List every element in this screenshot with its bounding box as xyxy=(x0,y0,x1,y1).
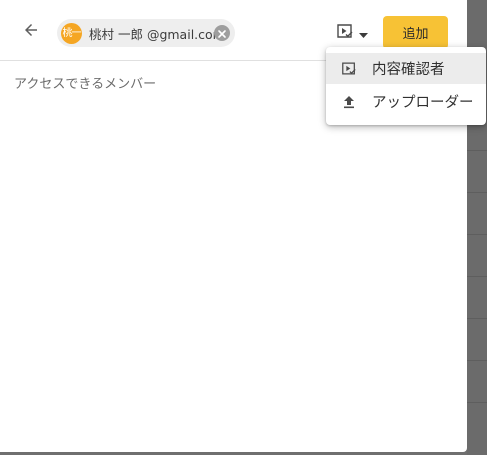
role-dropdown[interactable] xyxy=(336,22,372,44)
backdrop-divider xyxy=(467,234,487,235)
backdrop-divider xyxy=(467,318,487,319)
recipient-chip: 桃一 桃村 一郎 @gmail.com xyxy=(57,19,235,47)
avatar: 桃一 xyxy=(61,22,82,44)
menu-item-label: 内容確認者 xyxy=(372,62,445,78)
reviewer-icon xyxy=(341,61,357,77)
remove-recipient-button[interactable] xyxy=(214,25,230,41)
add-button[interactable]: 追加 xyxy=(383,16,448,49)
role-menu: 内容確認者 アップローダー xyxy=(326,47,486,125)
reviewer-icon xyxy=(336,23,354,43)
close-icon xyxy=(217,24,227,43)
backdrop-divider xyxy=(467,150,487,151)
chevron-down-icon xyxy=(359,24,368,43)
back-button[interactable] xyxy=(17,18,45,46)
menu-item-reviewer[interactable]: 内容確認者 xyxy=(326,53,486,84)
backdrop-divider xyxy=(467,360,487,361)
recipient-chip-label: 桃村 一郎 @gmail.com xyxy=(89,26,225,42)
menu-item-label: アップローダー xyxy=(372,95,474,111)
members-section-title: アクセスできるメンバー xyxy=(14,77,157,92)
upload-icon xyxy=(341,94,357,110)
menu-item-uploader[interactable]: アップローダー xyxy=(326,86,486,117)
arrow-left-icon xyxy=(22,21,40,43)
backdrop-divider xyxy=(467,192,487,193)
backdrop-divider xyxy=(467,276,487,277)
backdrop-divider xyxy=(467,402,487,403)
